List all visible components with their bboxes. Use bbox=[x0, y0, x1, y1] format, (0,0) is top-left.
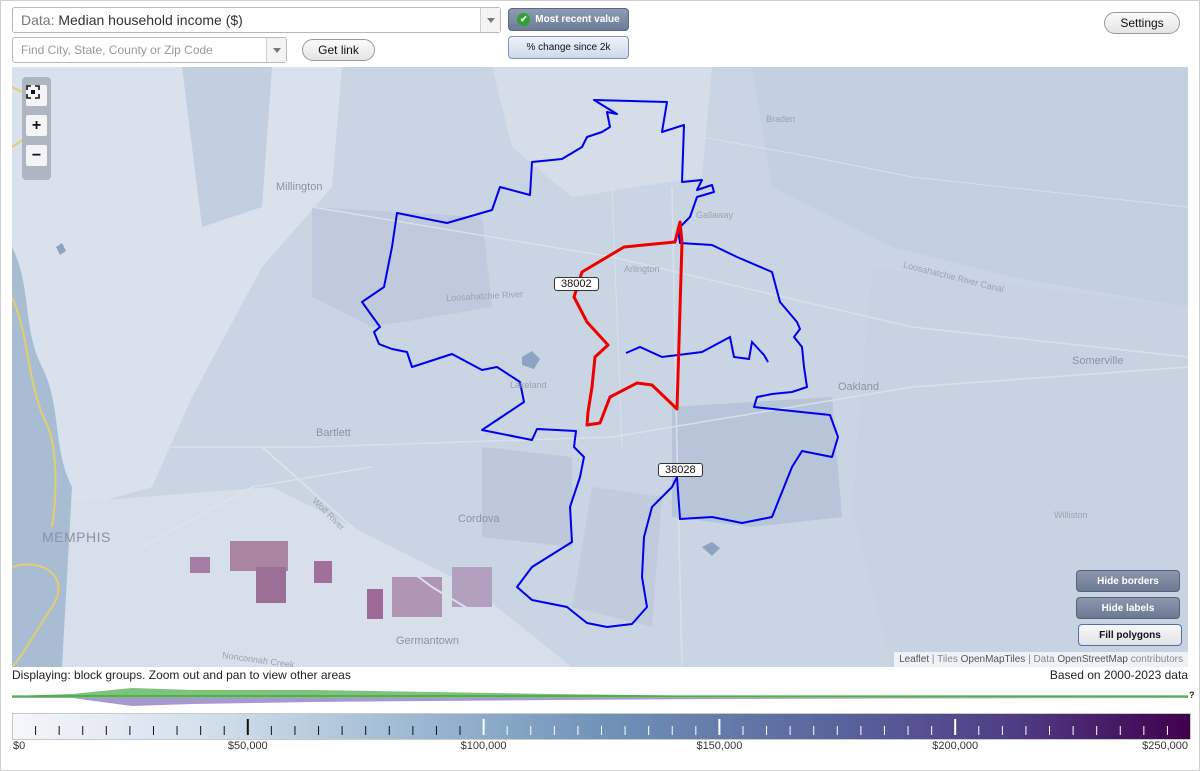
attribution-tail: contributors bbox=[1127, 654, 1183, 665]
legend-label: $100,000 bbox=[460, 740, 507, 752]
map-attribution: Leaflet | Tiles OpenMapTiles | Data Open… bbox=[894, 652, 1188, 667]
most-recent-value-label: Most recent value bbox=[535, 14, 620, 25]
place-label-braden: Braden bbox=[766, 114, 796, 124]
place-label-lakeland: Lakeland bbox=[510, 380, 547, 390]
zip-label-38028[interactable]: 38028 bbox=[658, 463, 703, 477]
map-region bbox=[230, 541, 288, 571]
place-label-somerville: Somerville bbox=[1072, 355, 1124, 367]
hide-borders-button[interactable]: Hide borders bbox=[1076, 570, 1180, 592]
hide-labels-button[interactable]: Hide labels bbox=[1076, 597, 1180, 619]
get-link-button[interactable]: Get link bbox=[302, 39, 375, 61]
legend-label: $50,000 bbox=[227, 740, 268, 752]
zip-label-38002[interactable]: 38002 bbox=[554, 277, 599, 291]
place-label-millington: Millington bbox=[276, 181, 323, 193]
attribution-sep1: | Tiles bbox=[929, 654, 961, 665]
fullscreen-icon bbox=[26, 85, 40, 99]
legend-ticks bbox=[35, 719, 1168, 735]
map-region bbox=[392, 577, 442, 617]
attribution-osm[interactable]: OpenStreetMap bbox=[1057, 654, 1128, 665]
legend-labels: $0 $50,000 $100,000 $150,000 $200,000 $250,00… bbox=[12, 740, 1191, 756]
place-label-arlington: Arlington bbox=[624, 264, 660, 274]
map-region bbox=[482, 447, 572, 547]
attribution-sep2: | Data bbox=[1025, 654, 1058, 665]
zoom-control: + − bbox=[22, 77, 51, 180]
data-select-value: Median household income ($) bbox=[58, 12, 243, 28]
legend-label: $200,000 bbox=[932, 740, 979, 752]
place-label-gallaway: Gallaway bbox=[696, 210, 734, 220]
place-label-cordova: Cordova bbox=[458, 513, 500, 525]
place-label-memphis: MEMPHIS bbox=[42, 529, 111, 545]
map-region bbox=[190, 557, 210, 573]
place-label-germantown: Germantown bbox=[396, 635, 459, 647]
place-label-oakland: Oakland bbox=[838, 381, 879, 393]
data-years: Based on 2000-2023 data bbox=[1049, 668, 1188, 682]
map-region bbox=[367, 589, 383, 619]
map-region bbox=[256, 567, 286, 603]
map-region bbox=[452, 567, 492, 607]
legend-label: $150,000 bbox=[696, 740, 743, 752]
map-region bbox=[672, 397, 842, 527]
map-svg bbox=[12, 67, 1188, 667]
fullscreen-button[interactable] bbox=[26, 85, 47, 106]
legend-label: $0 bbox=[13, 740, 26, 752]
display-status: Displaying: block groups. Zoom out and p… bbox=[12, 668, 351, 682]
check-icon: ✔ bbox=[517, 13, 531, 26]
percent-change-button[interactable]: % change since 2k bbox=[508, 36, 629, 59]
chevron-down-icon[interactable] bbox=[266, 38, 286, 62]
location-search-input[interactable] bbox=[12, 37, 287, 63]
place-label-bartlett: Bartlett bbox=[316, 427, 351, 439]
data-select-prefix: Data: bbox=[21, 12, 55, 28]
place-label-williston: Williston bbox=[1054, 510, 1088, 520]
map-region bbox=[312, 207, 492, 327]
zoom-out-button[interactable]: − bbox=[26, 145, 47, 166]
histogram-area-purple bbox=[12, 698, 1188, 706]
histogram-help-marker[interactable]: ? bbox=[1189, 690, 1195, 700]
legend-label: $250,000 bbox=[1142, 740, 1188, 752]
chevron-down-icon[interactable] bbox=[480, 8, 500, 32]
data-select[interactable]: Data: Median household income ($) bbox=[12, 7, 501, 33]
fill-polygons-button[interactable]: Fill polygons bbox=[1078, 624, 1182, 646]
distribution-histogram bbox=[12, 688, 1188, 706]
attribution-tiles[interactable]: OpenMapTiles bbox=[961, 654, 1026, 665]
settings-button[interactable]: Settings bbox=[1104, 12, 1180, 34]
map-region bbox=[314, 561, 332, 583]
most-recent-value-button[interactable]: ✔ Most recent value bbox=[508, 8, 629, 31]
zoom-in-button[interactable]: + bbox=[26, 115, 47, 136]
attribution-leaflet[interactable]: Leaflet bbox=[899, 654, 929, 665]
map-canvas[interactable]: Millington Braden Gallaway Arlington Loo… bbox=[12, 67, 1188, 667]
